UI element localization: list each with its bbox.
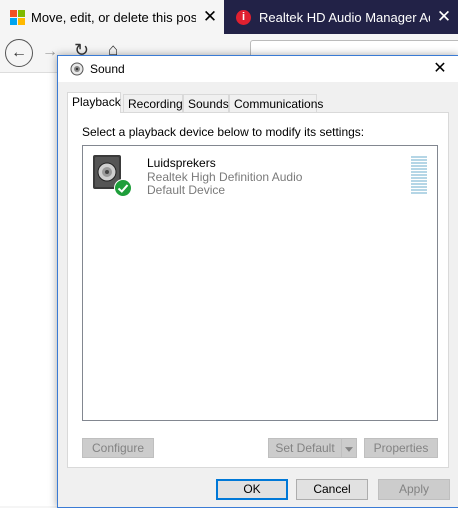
sound-dialog: Sound ✕ Playback Recording Sounds Commun…	[57, 55, 458, 508]
device-name: Luidsprekers	[147, 156, 216, 170]
dialog-titlebar[interactable]: Sound ✕	[58, 56, 458, 82]
volume-level-meter	[411, 156, 427, 196]
forward-button[interactable]: →	[42, 43, 58, 61]
tab-playback[interactable]: Playback	[67, 92, 121, 113]
tab-sounds[interactable]: Sounds	[183, 94, 229, 112]
browser-tab-title: Realtek HD Audio Manager Ad	[259, 9, 430, 25]
chevron-down-icon	[345, 447, 353, 452]
default-device-check-icon	[114, 179, 132, 197]
set-default-button[interactable]: Set Default	[268, 438, 342, 458]
playback-panel: Select a playback device below to modify…	[67, 112, 449, 468]
playback-device-list[interactable]: Luidsprekers Realtek High Definition Aud…	[82, 145, 438, 421]
device-driver: Realtek High Definition Audio	[147, 170, 303, 184]
cancel-button[interactable]: Cancel	[296, 479, 368, 500]
apply-button[interactable]: Apply	[378, 479, 450, 500]
device-status: Default Device	[147, 183, 226, 197]
realtek-site-icon: i	[236, 9, 251, 25]
instruction-text: Select a playback device below to modify…	[82, 125, 365, 139]
speaker-app-icon	[70, 62, 84, 76]
dialog-title: Sound	[90, 62, 125, 76]
browser-tab-move-edit[interactable]: Move, edit, or delete this post ✕	[0, 0, 224, 34]
browser-tab-strip: Move, edit, or delete this post ✕ i Real…	[0, 0, 458, 34]
ok-button[interactable]: OK	[216, 479, 288, 500]
close-dialog-button[interactable]: ✕	[428, 58, 452, 80]
close-tab-icon[interactable]: ✕	[196, 7, 224, 27]
configure-button[interactable]: Configure	[82, 438, 154, 458]
tab-recording[interactable]: Recording	[123, 94, 183, 112]
set-default-dropdown-button[interactable]	[341, 438, 357, 458]
close-tab-icon[interactable]: ✕	[430, 7, 458, 27]
list-item[interactable]: Luidsprekers Realtek High Definition Aud…	[89, 152, 429, 200]
browser-tab-title: Move, edit, or delete this post	[31, 9, 196, 25]
page-content	[0, 73, 58, 506]
back-button[interactable]: ←	[5, 39, 33, 67]
tab-communications[interactable]: Communications	[229, 94, 323, 112]
browser-tab-realtek[interactable]: i Realtek HD Audio Manager Ad ✕	[224, 0, 458, 34]
microsoft-logo-icon	[10, 10, 25, 25]
properties-button[interactable]: Properties	[364, 438, 438, 458]
